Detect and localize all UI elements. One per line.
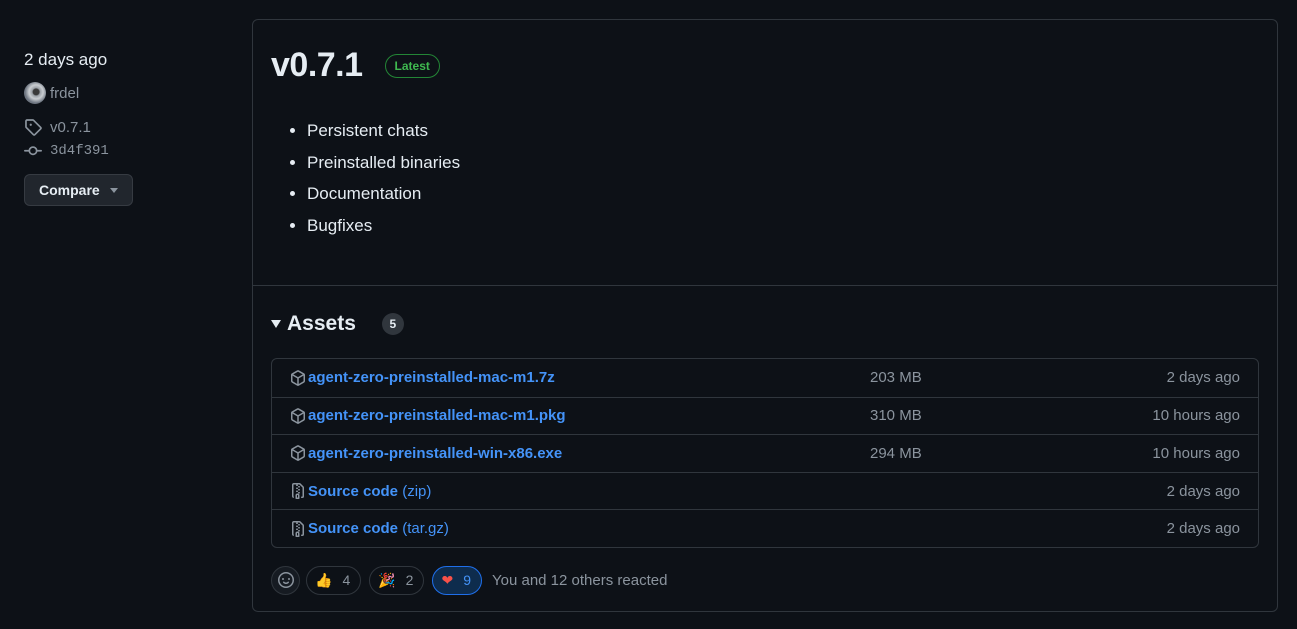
thumbs-up-icon: 👍 [315, 571, 333, 588]
commit-link[interactable]: 3d4f391 [50, 143, 109, 159]
reactions-bar: 👍 4 🎉 2 ❤ 9 You and 12 others reacted [271, 565, 1259, 595]
assets-section: Assets 5 agent-zero-preinstalled-mac-m1.… [253, 286, 1277, 595]
asset-row: Source code (tar.gz) 2 days ago [272, 509, 1258, 547]
author-link[interactable]: frdel [50, 85, 79, 102]
reactions-summary: You and 12 others reacted [492, 571, 668, 589]
asset-row: agent-zero-preinstalled-mac-m1.pkg 310 M… [272, 396, 1258, 435]
tada-count: 2 [405, 572, 414, 589]
note-item: Preinstalled binaries [307, 151, 1259, 183]
release-sidebar: 2 days ago frdel v0.7.1 3d4f391 Compare [24, 48, 224, 206]
asset-link[interactable]: agent-zero-preinstalled-win-x86.exe [308, 445, 870, 462]
asset-size: 203 MB [870, 369, 922, 387]
latest-badge: Latest [384, 53, 440, 78]
asset-link[interactable]: agent-zero-preinstalled-mac-m1.7z [308, 369, 870, 386]
author-row[interactable]: frdel [24, 82, 224, 104]
asset-link[interactable]: agent-zero-preinstalled-mac-m1.pkg [308, 407, 870, 424]
assets-toggle[interactable]: Assets 5 [271, 310, 1259, 338]
release-header: v0.7.1 Latest Persistent chats Preinstal… [253, 20, 1277, 286]
asset-row: agent-zero-preinstalled-mac-m1.7z 203 MB… [272, 359, 1258, 397]
package-icon [290, 369, 308, 386]
release-date: 2 days ago [24, 50, 108, 69]
tag-row[interactable]: v0.7.1 [24, 118, 224, 136]
note-item: Persistent chats [307, 119, 1259, 151]
assets-count-badge: 5 [381, 313, 404, 335]
heart-count: 9 [463, 572, 471, 589]
tada-icon: 🎉 [378, 571, 396, 588]
asset-link[interactable]: Source code (tar.gz) [308, 520, 870, 537]
thumbs-up-count: 4 [342, 572, 351, 589]
package-icon [290, 408, 308, 424]
assets-list: agent-zero-preinstalled-mac-m1.7z 203 MB… [271, 358, 1259, 548]
asset-row: agent-zero-preinstalled-win-x86.exe 294 … [272, 434, 1258, 472]
tada-reaction[interactable]: 🎉 2 [369, 565, 425, 595]
add-reaction-button[interactable] [271, 565, 300, 595]
chevron-down-icon [109, 187, 118, 193]
note-item: Documentation [307, 182, 1259, 214]
file-zip-icon [290, 520, 308, 537]
compare-button[interactable]: Compare [24, 174, 133, 206]
heart-icon: ❤ [441, 571, 454, 588]
thumbs-up-reaction[interactable]: 👍 4 [306, 565, 362, 595]
asset-link[interactable]: Source code (zip) [308, 483, 870, 500]
package-icon [290, 445, 308, 462]
asset-size: 310 MB [870, 407, 922, 425]
tag-icon [25, 119, 42, 136]
asset-row: Source code (zip) 2 days ago [272, 471, 1258, 510]
asset-date: 10 hours ago [1152, 407, 1240, 425]
release-card: v0.7.1 Latest Persistent chats Preinstal… [252, 19, 1278, 612]
smiley-icon [277, 572, 294, 589]
triangle-down-icon [271, 320, 281, 328]
commit-icon [24, 146, 42, 156]
release-title[interactable]: v0.7.1 [271, 46, 363, 85]
note-item: Bugfixes [307, 214, 1259, 246]
release-notes: Persistent chats Preinstalled binaries D… [307, 119, 1259, 245]
tag-link[interactable]: v0.7.1 [50, 119, 91, 136]
file-zip-icon [290, 483, 308, 500]
asset-date: 2 days ago [1166, 520, 1240, 538]
title-row: v0.7.1 Latest [271, 46, 1259, 85]
avatar[interactable] [24, 82, 46, 104]
commit-row[interactable]: 3d4f391 [24, 142, 224, 160]
asset-date: 10 hours ago [1152, 444, 1240, 462]
asset-date: 2 days ago [1166, 482, 1240, 500]
asset-size: 294 MB [870, 444, 922, 462]
asset-date: 2 days ago [1166, 369, 1240, 387]
heart-reaction[interactable]: ❤ 9 [432, 565, 482, 595]
compare-label: Compare [39, 182, 100, 198]
assets-title: Assets [287, 312, 356, 335]
